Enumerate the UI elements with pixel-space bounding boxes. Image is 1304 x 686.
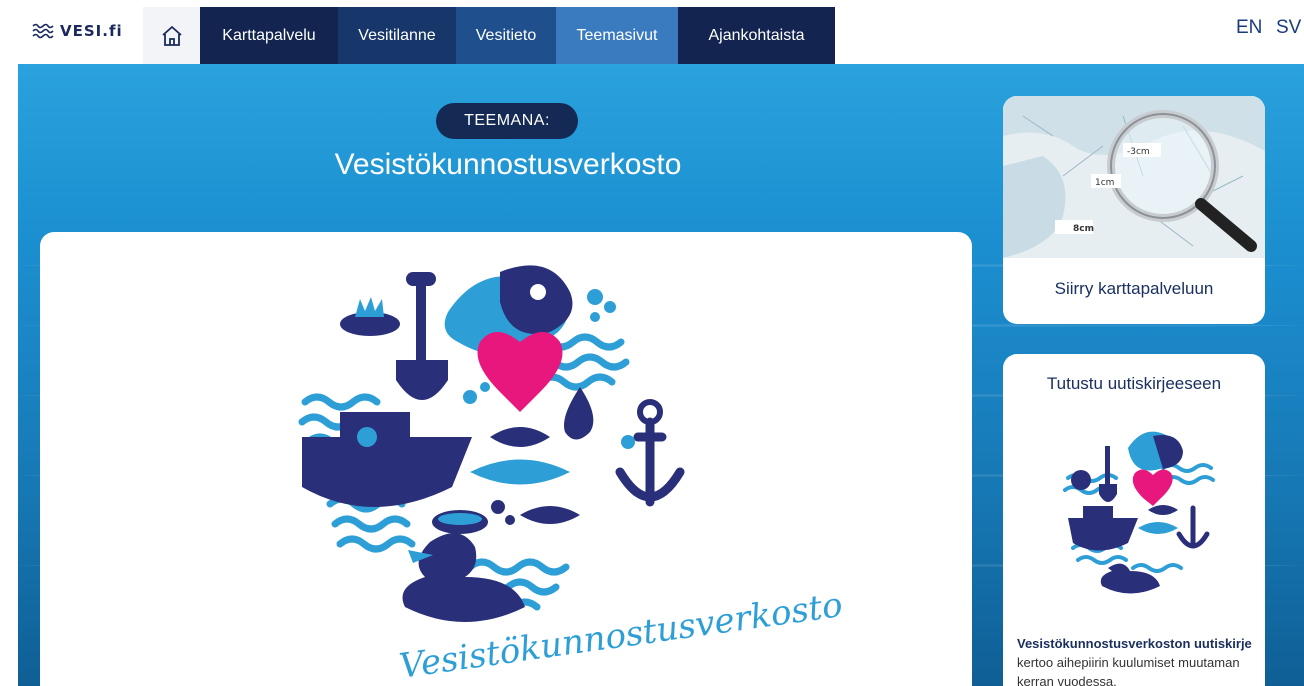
home-icon: [161, 25, 182, 46]
lang-en-link[interactable]: EN: [1236, 17, 1262, 39]
waves-icon: [32, 23, 54, 39]
lang-sv-link[interactable]: SV: [1276, 17, 1301, 39]
nav-item-vesitieto[interactable]: Vesitieto: [456, 7, 556, 64]
top-bar: VESI.fi Karttapalvelu Vesitilanne Vesiti…: [0, 0, 1304, 64]
theme-badge: TEEMANA:: [436, 103, 578, 139]
main-logo-card: Vesistökunnostusverkosto: [40, 232, 972, 686]
logo-text: VESI.fi: [60, 22, 123, 40]
map-service-link[interactable]: Siirry karttapalveluun: [1003, 279, 1265, 299]
home-button[interactable]: [143, 7, 200, 64]
nav-item-teemasivut[interactable]: Teemasivut: [556, 7, 678, 64]
newsletter-card: Tutustu uutiskirjeeseen Vesistökunnostus…: [1003, 354, 1265, 686]
main-nav: Karttapalvelu Vesitilanne Vesitieto Teem…: [200, 7, 835, 64]
network-logo: Vesistökunnostusverkosto: [298, 265, 845, 686]
page-title: Vesistökunnostusverkosto: [334, 148, 682, 181]
map-label-8: 8cm: [1073, 224, 1094, 234]
newsletter-name[interactable]: Vesistökunnostusverkoston uutiskirje: [1017, 636, 1252, 651]
nav-item-karttapalvelu[interactable]: Karttapalvelu: [200, 7, 338, 64]
newsletter-description: Vesistökunnostusverkoston uutiskirje ker…: [1017, 634, 1257, 686]
map-preview-image: -3cm 1cm 8cm: [1003, 96, 1265, 258]
newsletter-title[interactable]: Tutustu uutiskirjeeseen: [1003, 374, 1265, 394]
map-label-1: 1cm: [1095, 178, 1114, 188]
site-logo[interactable]: VESI.fi: [32, 22, 123, 40]
map-service-card[interactable]: -3cm 1cm 8cm Siirry karttapalveluun: [1003, 96, 1265, 324]
nav-item-ajankohtaista[interactable]: Ajankohtaista: [678, 7, 835, 64]
nav-item-vesitilanne[interactable]: Vesitilanne: [338, 7, 456, 64]
newsletter-description-rest: kertoo aihepiirin kuulumiset muutaman ke…: [1017, 655, 1240, 686]
hero-section: TEEMANA: Vesistökunnostusverkosto Vesist…: [18, 64, 1304, 686]
newsletter-logo-image: [1058, 431, 1218, 594]
map-label-minus3: -3cm: [1127, 147, 1150, 157]
